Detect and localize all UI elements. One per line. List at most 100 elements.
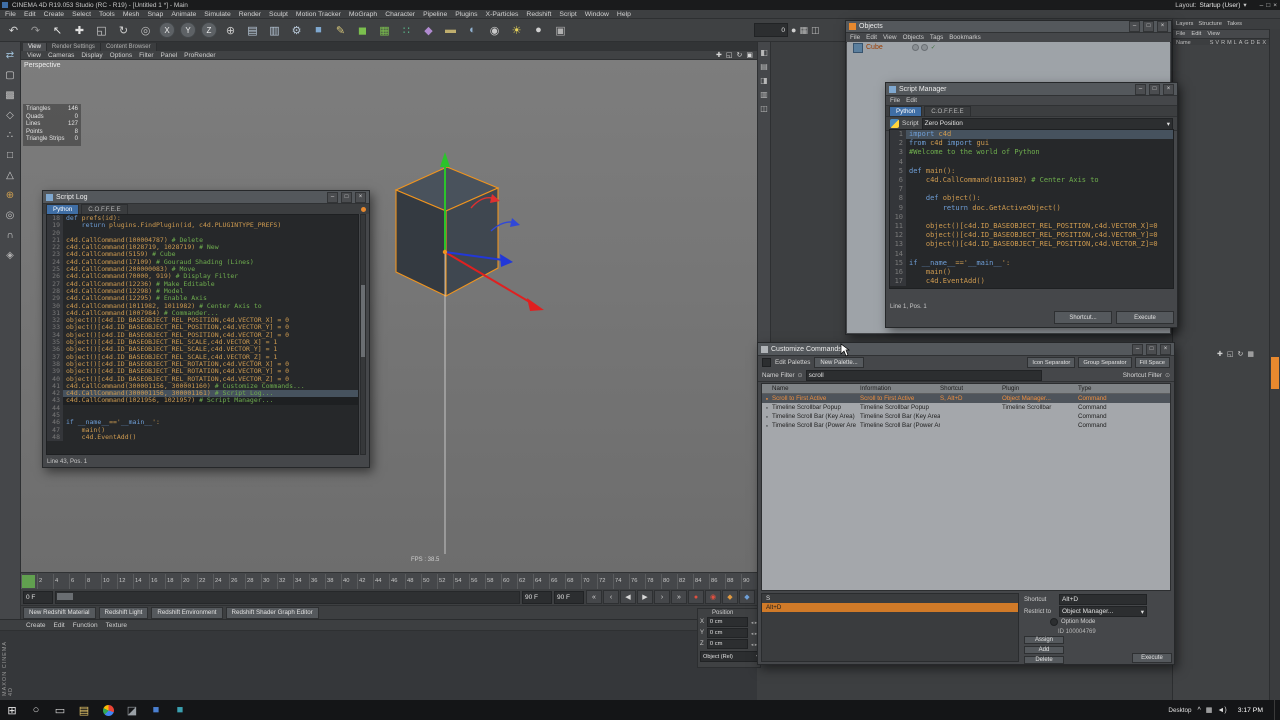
script-selector-dropdown[interactable]: Zero Position ▾ — [921, 117, 1173, 130]
close-button[interactable]: × — [1157, 21, 1168, 32]
sky-object-icon[interactable]: ◐ — [462, 20, 483, 41]
points-mode-icon[interactable]: ∴ — [2, 127, 19, 144]
render-sphere-icon[interactable]: ● — [791, 25, 796, 35]
object-state-icon[interactable]: ✓ — [931, 44, 936, 51]
maximize-button[interactable]: □ — [1149, 83, 1160, 95]
menu-item[interactable]: Plugins — [455, 11, 477, 18]
menu-item[interactable]: Cameras — [48, 52, 74, 59]
current-frame-marker[interactable] — [22, 575, 35, 588]
assigned-shortcuts-list[interactable]: S Alt+D — [761, 593, 1019, 662]
file-explorer-icon[interactable]: ▤ — [72, 700, 96, 720]
layout-toggle-icon[interactable]: ◫ — [811, 25, 820, 36]
task-view-icon[interactable]: ▭ — [48, 700, 72, 720]
menu-item[interactable]: Character — [385, 11, 415, 18]
command-row[interactable]: Timeline Scroll Bar (Key Area) Timeline … — [762, 412, 1170, 421]
menu-item[interactable]: Objects — [903, 34, 924, 41]
minimize-button[interactable]: – — [1129, 21, 1140, 32]
script-manager-editor[interactable]: 1 import c4d 2 from c4d import gui 3 #Welcome… — [889, 129, 1174, 289]
shortcut-filter-options-icon[interactable]: ⊙ — [1165, 372, 1170, 379]
shortcut-list-item[interactable]: Alt+D — [762, 603, 1018, 612]
menu-item[interactable]: Bookmarks — [949, 34, 981, 41]
redshift-button[interactable]: Redshift Shader Graph Editor — [225, 606, 319, 619]
floor-object-icon[interactable]: ▬ — [440, 20, 461, 41]
timeline-ruler[interactable]: 0246810121416182022242628303234363840424… — [21, 572, 757, 589]
scale-tool-icon[interactable]: ◱ — [91, 20, 112, 41]
panel-toggle-icon-4[interactable]: ▥ — [758, 88, 770, 100]
column-header[interactable]: Shortcut — [940, 385, 1002, 392]
zoom-view-icon[interactable]: ◱ — [1227, 350, 1234, 358]
editor-scrollbar[interactable] — [360, 214, 366, 455]
workplane-mode-icon[interactable]: ◇ — [2, 107, 19, 124]
record-keyframe-button[interactable]: ● — [688, 590, 704, 604]
menu-item[interactable]: Motion Tracker — [296, 11, 341, 18]
panel-toggle-icon-5[interactable]: ◫ — [758, 102, 770, 114]
menu-item[interactable]: Function — [73, 622, 98, 629]
next-frame-button[interactable]: › — [654, 590, 670, 604]
panel-scrollbar[interactable] — [1269, 29, 1280, 700]
array-generator-icon[interactable]: ▦ — [374, 20, 395, 41]
minimize-button[interactable]: – — [1135, 83, 1146, 95]
name-filter-options-icon[interactable]: ⊙ — [798, 372, 803, 379]
command-row[interactable]: Timeline Scrollbar Popup Timeline Scroll… — [762, 403, 1170, 412]
assign-button[interactable]: Assign — [1024, 636, 1064, 644]
object-name[interactable]: Cube — [866, 44, 883, 51]
redshift-button[interactable]: Redshift Environment — [151, 606, 223, 619]
minimize-button[interactable]: – — [1260, 2, 1264, 9]
shortcut-input[interactable]: Alt+D — [1059, 594, 1147, 605]
menu-item[interactable]: Edit — [866, 34, 877, 41]
timeline-range-slider[interactable] — [55, 590, 520, 604]
taskbar-clock[interactable]: 3:17 PM — [1233, 707, 1268, 714]
edges-mode-icon[interactable]: □ — [2, 147, 19, 164]
y-axis-toggle[interactable]: Y — [180, 22, 196, 38]
menu-item[interactable]: File — [850, 34, 860, 41]
light-object-icon[interactable]: ☀ — [506, 20, 527, 41]
menu-item[interactable]: Animate — [171, 11, 196, 18]
menu-item[interactable]: Options — [110, 52, 132, 59]
restrict-to-dropdown[interactable]: Object Manager... ▾ — [1059, 606, 1147, 617]
icon-separator-button[interactable]: Icon Separator — [1027, 357, 1076, 368]
menu-item[interactable]: Redshift — [526, 11, 551, 18]
rotate-tool-icon[interactable]: ↻ — [113, 20, 134, 41]
language-tab[interactable]: C.O.F.F.E.E — [81, 203, 128, 215]
render-settings-icon[interactable]: ⚙ — [286, 20, 307, 41]
z-axis-toggle[interactable]: Z — [201, 22, 217, 38]
x-axis-toggle[interactable]: X — [159, 22, 175, 38]
menu-item[interactable]: View — [27, 52, 41, 59]
menu-item[interactable]: Simulate — [204, 11, 230, 18]
menu-item[interactable]: File — [5, 11, 16, 18]
material-icon[interactable]: ● — [528, 20, 549, 41]
app-icon-blue[interactable]: ■ — [144, 700, 168, 720]
menu-item[interactable]: Render — [239, 11, 261, 18]
menu-item[interactable]: Edit — [54, 622, 65, 629]
execute-button[interactable]: Execute — [1132, 653, 1172, 663]
close-button[interactable]: × — [355, 191, 366, 203]
touch-keyboard-icon[interactable]: ▦ — [1206, 706, 1213, 714]
show-desktop-button[interactable] — [1274, 700, 1278, 720]
rotate-view-icon[interactable]: ↻ — [737, 51, 743, 59]
move-tool-icon[interactable]: ✚ — [69, 20, 90, 41]
close-button[interactable]: × — [1163, 83, 1174, 95]
enable-axis-icon[interactable]: ⊕ — [2, 187, 19, 204]
workplane-lock-icon[interactable]: ◈ — [2, 247, 19, 264]
search-icon[interactable]: ○ — [24, 700, 48, 720]
menu-item[interactable]: Help — [617, 11, 631, 18]
keyframe-mode-button[interactable]: ◆ — [722, 590, 738, 604]
desktop-toolbar-label[interactable]: Desktop — [1168, 707, 1191, 714]
last-tool-icon[interactable]: ◎ — [135, 20, 156, 41]
undo-icon[interactable]: ↶ — [3, 20, 24, 41]
menu-item[interactable]: Select — [72, 11, 91, 18]
deformer-icon[interactable]: ◆ — [418, 20, 439, 41]
group-separator-button[interactable]: Group Separator — [1078, 357, 1132, 368]
close-button[interactable]: × — [1273, 2, 1277, 9]
menu-item[interactable]: X-Particles — [486, 11, 519, 18]
panel-options-icon[interactable] — [361, 206, 366, 212]
menu-item[interactable]: File — [1176, 31, 1185, 37]
object-row-cube[interactable]: Cube ✓ — [847, 42, 1170, 53]
menu-item[interactable]: Pipeline — [423, 11, 447, 18]
fill-space-button[interactable]: Fill Space — [1134, 357, 1170, 368]
dock-tab[interactable]: Render Settings — [46, 42, 101, 51]
maximize-button[interactable]: □ — [1266, 2, 1270, 9]
menu-item[interactable]: ProRender — [184, 52, 215, 59]
panel-toggle-icon-2[interactable]: ▤ — [758, 60, 770, 72]
dock-tab[interactable]: Content Browser — [100, 42, 157, 51]
